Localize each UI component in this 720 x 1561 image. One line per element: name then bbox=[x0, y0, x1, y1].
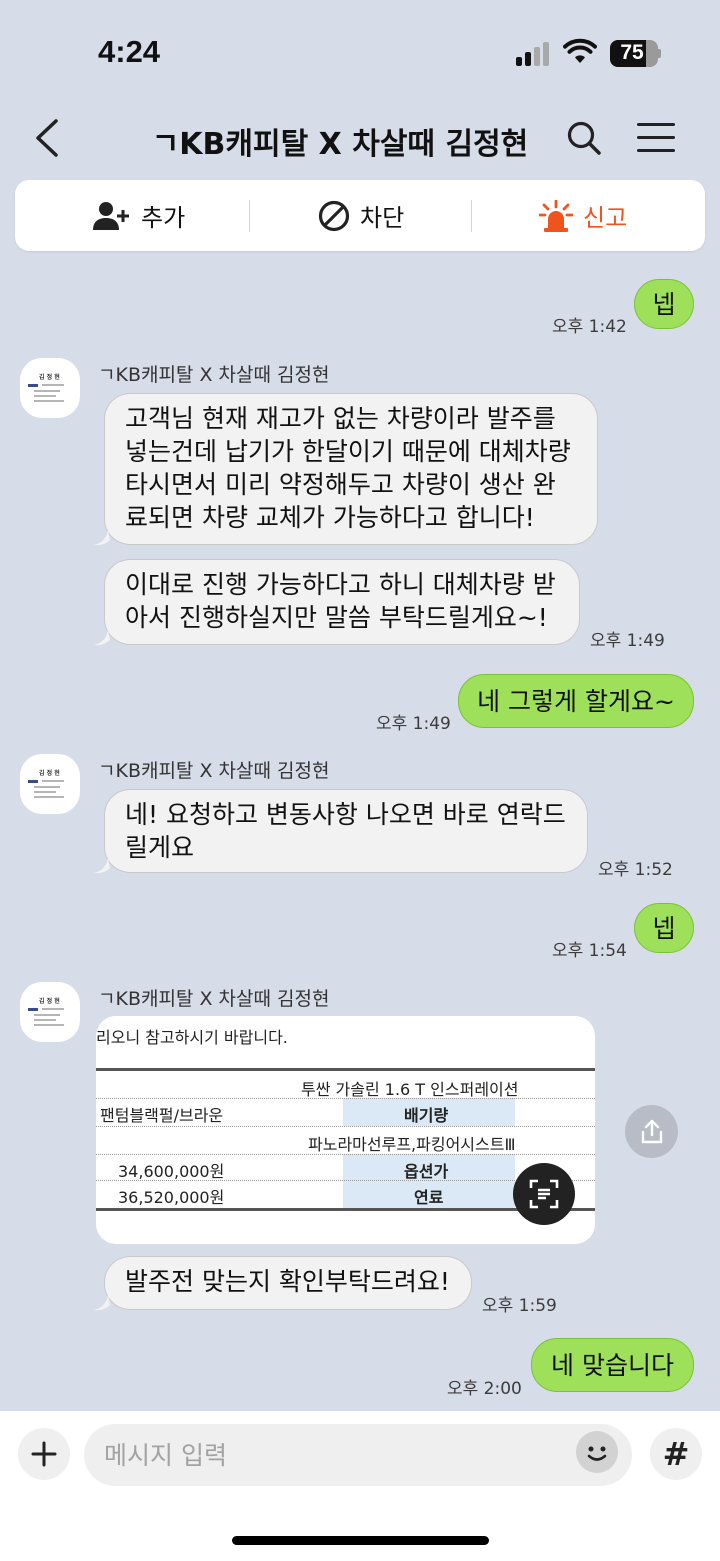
option-price-label: 옵션가 bbox=[404, 1162, 449, 1181]
text-scan-icon bbox=[529, 1179, 559, 1209]
block-icon bbox=[318, 200, 350, 231]
text-scan-button[interactable] bbox=[513, 1163, 575, 1225]
message-line: 아서 진행하실지만 말씀 부탁드릴게요~! bbox=[125, 603, 548, 632]
car-color: 팬텀블랙펄/브라운 bbox=[100, 1106, 224, 1125]
outgoing-bubble[interactable]: 넵 bbox=[634, 903, 694, 953]
back-button[interactable] bbox=[30, 115, 70, 161]
avatar[interactable]: 김 정 현 bbox=[20, 358, 80, 418]
message-line: 릴게요 bbox=[125, 833, 195, 862]
message-time: 오후 1:49 bbox=[376, 714, 451, 734]
battery-icon: 75 bbox=[610, 40, 658, 67]
message-time: 오후 1:54 bbox=[552, 941, 627, 961]
report-button[interactable]: 신고 bbox=[539, 180, 627, 251]
block-button[interactable]: 차단 bbox=[318, 180, 404, 251]
message-field[interactable] bbox=[84, 1424, 632, 1486]
message-line: 고객님 현재 재고가 없는 차량이라 발주를 bbox=[125, 404, 556, 433]
chevron-left-icon bbox=[36, 119, 58, 157]
add-friend-button[interactable]: 추가 bbox=[93, 180, 185, 251]
emoji-icon bbox=[587, 1446, 607, 1461]
message-time: 오후 2:00 bbox=[447, 1379, 522, 1399]
message-line: 타시면서 미리 약정해두고 차량이 생산 완 bbox=[125, 470, 556, 499]
divider bbox=[471, 200, 472, 232]
sender-name: ㄱKB캐피탈 X 차살때 김정현 bbox=[98, 988, 330, 1010]
message-time: 오후 1:49 bbox=[590, 631, 665, 651]
home-indicator bbox=[232, 1536, 489, 1545]
message-time: 오후 1:59 bbox=[482, 1296, 557, 1316]
status-bar: 4:24 75 bbox=[0, 0, 720, 100]
action-bar: 추가 차단 신고 bbox=[15, 180, 705, 251]
signal-icon bbox=[516, 42, 552, 66]
message-line: 넣는건데 납기가 한달이기 때문에 대체차량 bbox=[125, 437, 571, 466]
car-options: 파노라마선루프,파킹어시스트Ⅲ bbox=[308, 1135, 516, 1154]
bubble-tail bbox=[94, 630, 110, 646]
bubble-tail bbox=[94, 530, 110, 546]
add-person-icon bbox=[93, 201, 129, 230]
sender-name: ㄱKB캐피탈 X 차살때 김정현 bbox=[98, 364, 330, 386]
message-time: 오후 1:52 bbox=[598, 860, 673, 880]
status-time: 4:24 bbox=[98, 34, 161, 69]
menu-button[interactable] bbox=[637, 123, 677, 153]
bubble-tail bbox=[94, 858, 110, 874]
incoming-bubble[interactable]: 이대로 진행 가능하다고 하니 대체차량 받 아서 진행하실지만 말씀 부탁드릴… bbox=[104, 559, 580, 645]
message-line: 네! 요청하고 변동사항 나오면 바로 연락드 bbox=[125, 800, 566, 829]
total-price: 36,520,000원 bbox=[118, 1188, 225, 1207]
avatar[interactable]: 김 정 현 bbox=[20, 754, 80, 814]
share-button[interactable] bbox=[625, 1105, 678, 1158]
search-icon[interactable] bbox=[565, 119, 603, 157]
displacement-label: 배기량 bbox=[404, 1106, 449, 1125]
message-line: 이대로 진행 가능하다고 하니 대체차량 받 bbox=[125, 570, 556, 599]
battery-level: 75 bbox=[620, 41, 644, 64]
bubble-tail bbox=[94, 1295, 110, 1311]
incoming-bubble[interactable]: 고객님 현재 재고가 없는 차량이라 발주를 넣는건데 납기가 한달이기 때문에… bbox=[104, 393, 598, 545]
report-label: 신고 bbox=[583, 204, 628, 232]
image-caption: 리오니 참고하시기 바랍니다. bbox=[96, 1028, 288, 1047]
hashtag-button[interactable]: # bbox=[650, 1428, 702, 1480]
message-time: 오후 1:42 bbox=[552, 317, 627, 337]
share-icon bbox=[641, 1119, 662, 1143]
incoming-bubble[interactable]: 네! 요청하고 변동사항 나오면 바로 연락드 릴게요 bbox=[104, 789, 588, 873]
avatar[interactable]: 김 정 현 bbox=[20, 982, 80, 1042]
plus-button[interactable] bbox=[18, 1428, 70, 1480]
plus-icon bbox=[31, 1441, 57, 1467]
divider bbox=[249, 200, 250, 232]
chat-header: ㄱKB캐피탈 X 차살때 김정현 bbox=[0, 105, 720, 171]
emoji-button[interactable] bbox=[576, 1431, 618, 1473]
fuel-label: 연료 bbox=[414, 1188, 444, 1207]
outgoing-bubble[interactable]: 네 맞습니다 bbox=[531, 1338, 694, 1392]
add-label: 추가 bbox=[141, 204, 186, 232]
base-price: 34,600,000원 bbox=[118, 1162, 225, 1181]
outgoing-bubble[interactable]: 네 그렇게 할게요~ bbox=[458, 674, 694, 728]
outgoing-bubble[interactable]: 넵 bbox=[634, 279, 694, 329]
car-model: 투싼 가솔린 1.6 T 인스퍼레이션 bbox=[301, 1080, 519, 1099]
battery-tip bbox=[657, 49, 661, 58]
siren-icon bbox=[539, 199, 573, 232]
incoming-bubble[interactable]: 발주전 맞는지 확인부탁드려요! bbox=[104, 1256, 472, 1310]
wifi-icon bbox=[563, 38, 597, 63]
message-line: 료되면 차량 교체가 가능하다고 합니다! bbox=[125, 503, 535, 532]
message-input[interactable] bbox=[104, 1424, 574, 1486]
chat-title: ㄱKB캐피탈 X 차살때 김정현 bbox=[151, 127, 529, 162]
message-line: 발주전 맞는지 확인부탁드려요! bbox=[125, 1267, 450, 1296]
block-label: 차단 bbox=[360, 204, 405, 232]
sender-name: ㄱKB캐피탈 X 차살때 김정현 bbox=[98, 760, 330, 782]
